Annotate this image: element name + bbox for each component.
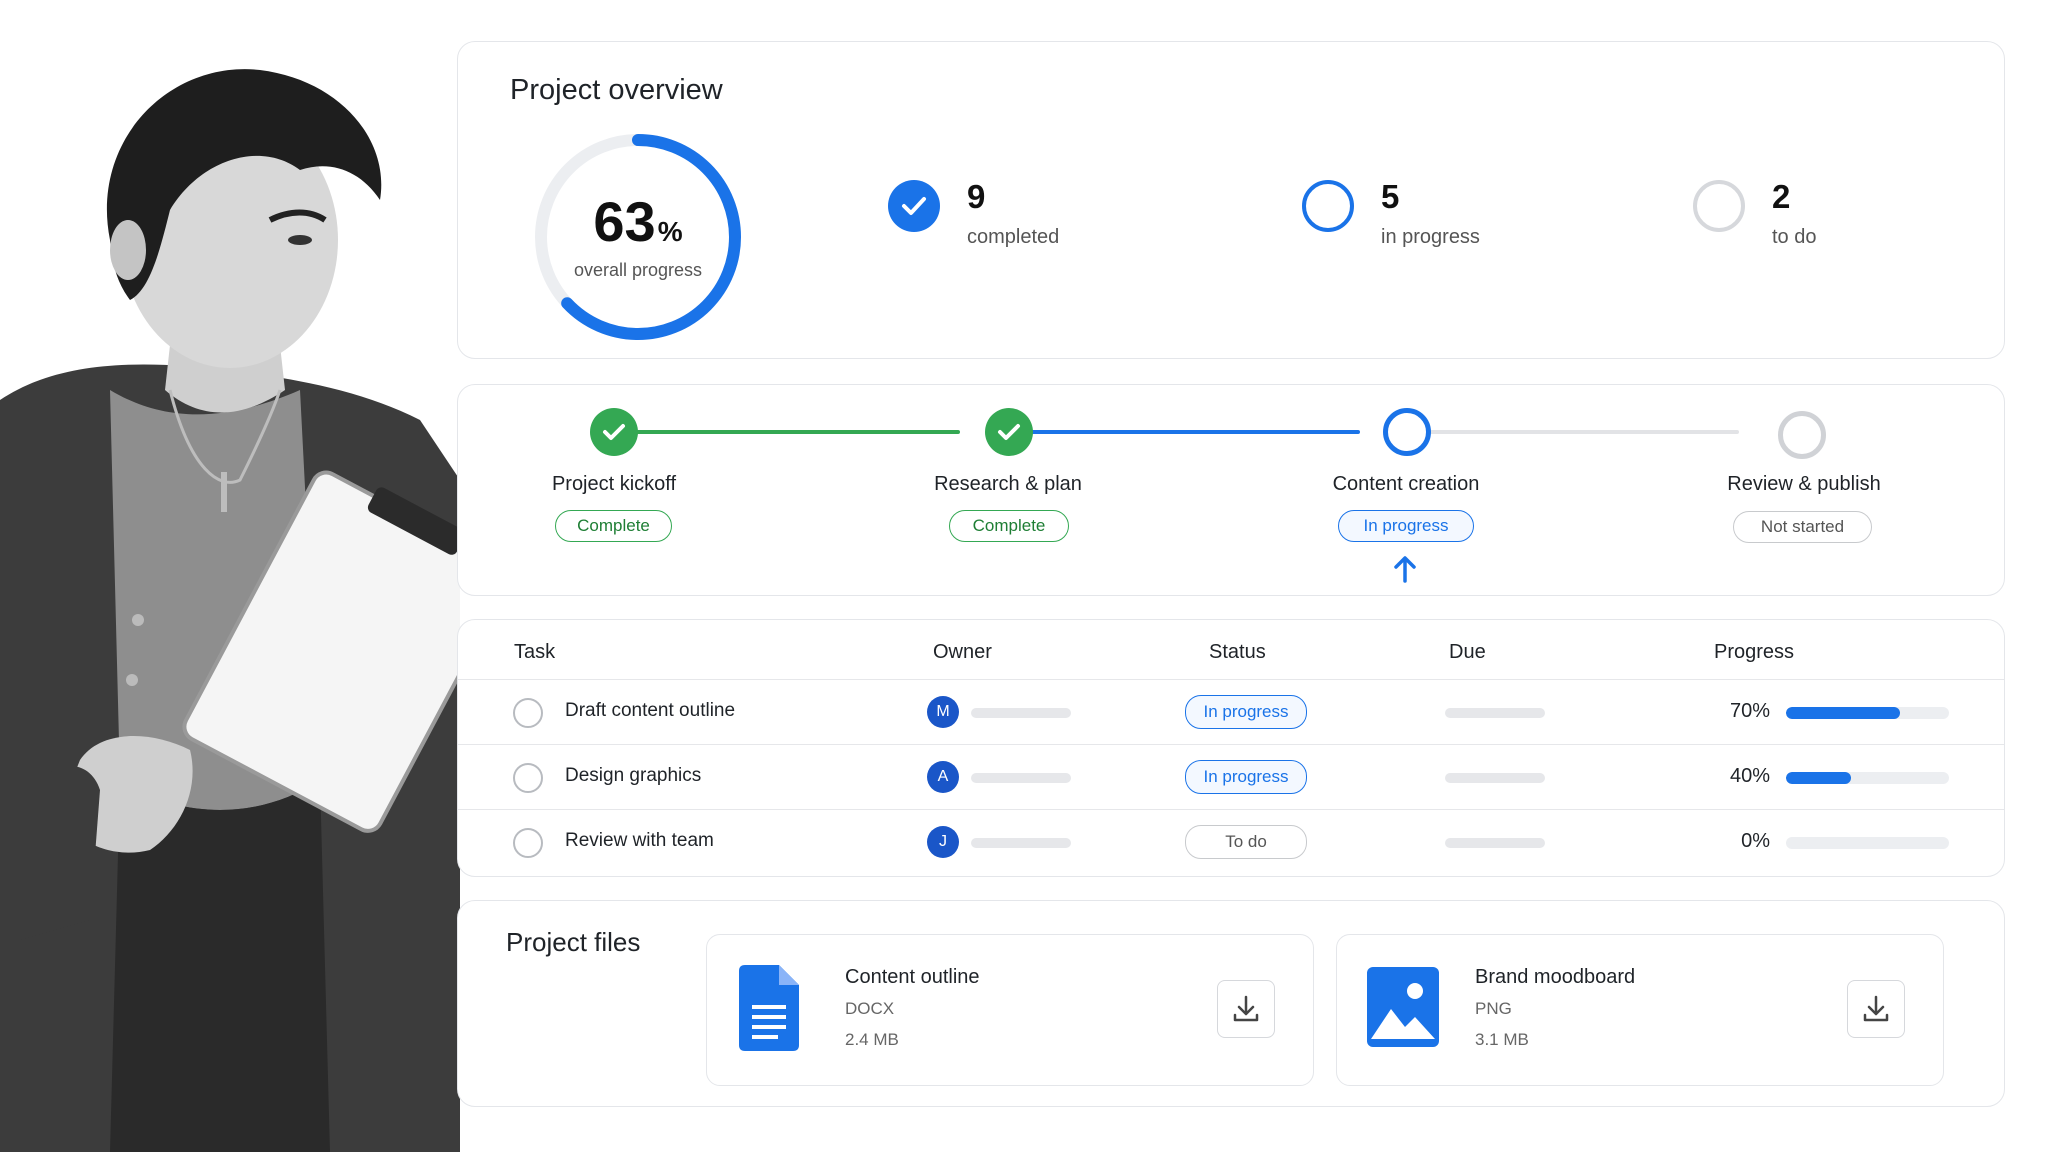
status-badge: To do — [1185, 825, 1307, 859]
file-size: 3.1 MB — [1475, 1030, 1529, 1049]
due-date-placeholder — [1445, 773, 1545, 783]
owner-name-placeholder — [971, 708, 1071, 718]
download-button[interactable] — [1847, 980, 1905, 1038]
progress-bar-fill — [1786, 772, 1852, 784]
stage-label-review: Review & publish — [1727, 473, 1881, 495]
avatar: M — [927, 696, 959, 728]
task-name: Review with team — [565, 830, 714, 851]
progress-bar — [1786, 772, 1949, 784]
status-badge: In progress — [1185, 760, 1307, 794]
file-size: 2.4 MB — [845, 1030, 899, 1049]
progress-percent: 70% — [1729, 700, 1770, 722]
stat-in-progress-count: 5 — [1381, 178, 1400, 215]
stage-node-complete[interactable] — [985, 408, 1033, 456]
due-date-placeholder — [1445, 708, 1545, 718]
project-overview-card: Project overview 63% overall progress 9 … — [457, 41, 2005, 359]
column-header-owner: Owner — [933, 641, 992, 663]
progress-percent: 40% — [1729, 765, 1770, 787]
stage-status-badge: Not started — [1733, 511, 1872, 543]
stage-label-research: Research & plan — [934, 473, 1082, 495]
task-checkbox[interactable] — [513, 828, 543, 858]
progress-percent: 0% — [1741, 830, 1770, 852]
file-name: Content outline — [845, 966, 980, 988]
task-name: Design graphics — [565, 765, 702, 786]
image-icon — [1367, 967, 1439, 1047]
avatar: A — [927, 761, 959, 793]
task-checkbox[interactable] — [513, 763, 543, 793]
stage-connector-active — [1006, 430, 1360, 434]
project-stages-card: Project kickoff Research & plan Content … — [457, 384, 2005, 596]
overview-title: Project overview — [510, 74, 723, 106]
owner-name-placeholder — [971, 838, 1071, 848]
project-files-card: Project files Content outline DOCX 2.4 M… — [457, 900, 2005, 1107]
file-card[interactable]: Brand moodboard PNG 3.1 MB — [1336, 934, 1944, 1086]
stage-status-badge: Complete — [555, 510, 672, 542]
stage-status-badge: Complete — [949, 510, 1069, 542]
progress-bar-fill — [1786, 707, 1901, 719]
column-header-task: Task — [514, 641, 556, 663]
avatar: J — [927, 826, 959, 858]
stage-label-content: Content creation — [1332, 473, 1480, 495]
arrow-up-icon — [1394, 556, 1416, 583]
stat-in-progress-label: in progress — [1381, 226, 1480, 248]
stat-to-do-label: to do — [1772, 226, 1817, 248]
table-row[interactable]: Review with team J To do 0% — [458, 809, 2004, 874]
overall-progress-ring: 63% overall progress — [528, 127, 748, 347]
stat-completed-label: completed — [967, 226, 1060, 248]
stat-to-do-count: 2 — [1772, 178, 1791, 215]
column-header-due: Due — [1449, 641, 1486, 663]
file-card[interactable]: Content outline DOCX 2.4 MB — [706, 934, 1314, 1086]
empty-circle-icon — [1693, 180, 1745, 232]
table-row[interactable]: Draft content outline M In progress 70% — [458, 679, 2004, 744]
document-icon — [739, 965, 799, 1051]
download-icon — [1233, 995, 1259, 1022]
stat-completed-count: 9 — [967, 178, 986, 215]
stage-label-kickoff: Project kickoff — [551, 473, 677, 495]
status-badge: In progress — [1185, 695, 1307, 729]
overall-progress-value: 63% — [593, 189, 683, 253]
check-circle-icon — [888, 180, 940, 232]
task-name: Draft content outline — [565, 700, 736, 721]
stage-connector-complete — [614, 430, 960, 434]
progress-bar — [1786, 707, 1949, 719]
due-date-placeholder — [1445, 838, 1545, 848]
in-progress-circle-icon — [1302, 180, 1354, 232]
download-button[interactable] — [1217, 980, 1275, 1038]
progress-bar — [1786, 837, 1949, 849]
tasks-table-card: Task Owner Status Due Progress Draft con… — [457, 619, 2005, 877]
stage-status-badge: In progress — [1338, 510, 1474, 542]
file-type: DOCX — [845, 999, 895, 1018]
column-header-progress: Progress — [1714, 641, 1795, 663]
task-checkbox[interactable] — [513, 698, 543, 728]
download-icon — [1863, 995, 1889, 1022]
file-type: PNG — [1475, 999, 1512, 1018]
owner-name-placeholder — [971, 773, 1071, 783]
column-header-status: Status — [1209, 641, 1266, 663]
stage-node-complete[interactable] — [590, 408, 638, 456]
person-photo — [0, 60, 460, 1152]
table-row[interactable]: Design graphics A In progress 40% — [458, 744, 2004, 809]
stage-connector-pending — [1402, 430, 1739, 434]
files-title: Project files — [506, 927, 641, 957]
stage-node-active[interactable] — [1383, 408, 1431, 456]
stage-node-pending[interactable] — [1778, 411, 1826, 459]
overall-progress-label: overall progress — [573, 259, 703, 280]
file-name: Brand moodboard — [1475, 966, 1636, 988]
